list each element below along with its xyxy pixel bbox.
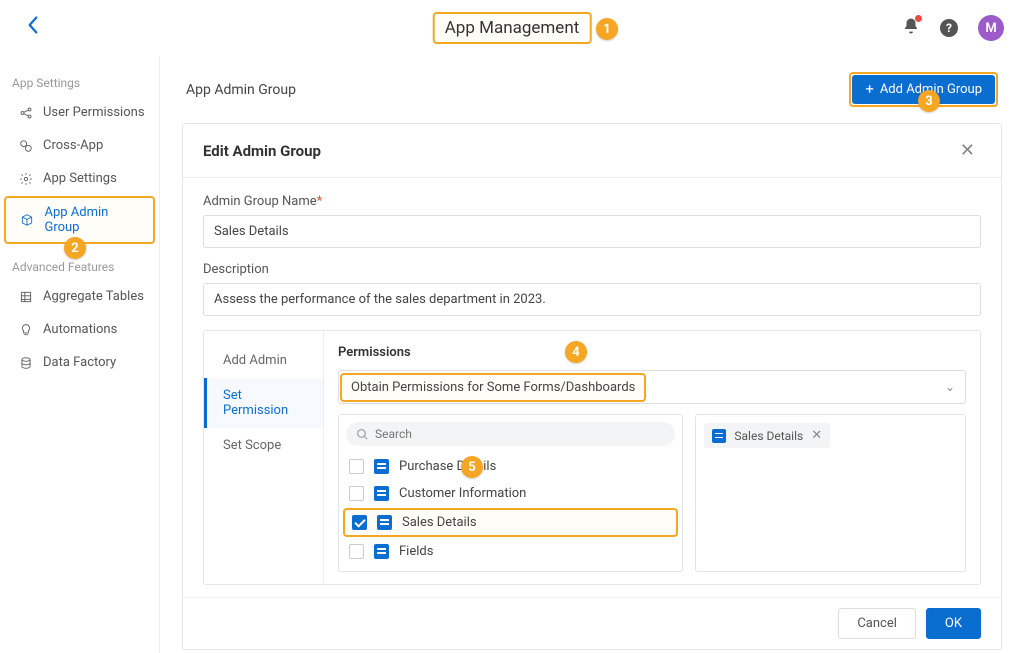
search-input[interactable] xyxy=(375,427,665,441)
permissions-scope-select[interactable]: Obtain Permissions for Some Forms/Dashbo… xyxy=(338,370,966,404)
sidebar-section1-heading: App Settings xyxy=(0,64,159,96)
plus-icon: + xyxy=(865,82,874,97)
search-field[interactable] xyxy=(346,422,675,446)
checkbox[interactable] xyxy=(352,515,367,530)
annotation-4: 4 xyxy=(565,341,587,363)
close-button[interactable]: ✕ xyxy=(954,138,981,163)
sidebar-item-cross-app[interactable]: Cross-App xyxy=(0,129,159,162)
tab-add-admin[interactable]: Add Admin xyxy=(204,343,323,378)
sidebar-item-app-settings[interactable]: App Settings xyxy=(0,162,159,195)
sidebar-item-aggregate-tables[interactable]: Aggregate Tables xyxy=(0,280,159,313)
admin-group-name-input[interactable] xyxy=(203,215,981,248)
form-icon xyxy=(374,459,389,474)
selected-forms-list: Sales Details ✕ xyxy=(695,414,966,572)
sidebar: App Settings User Permissions Cross-App … xyxy=(0,56,160,653)
available-forms-list: Purchase Details Customer Information xyxy=(338,414,683,572)
edit-admin-group-panel: Edit Admin Group ✕ Admin Group Name* Des… xyxy=(182,123,1002,650)
list-item-label: Sales Details xyxy=(402,515,477,530)
sidebar-item-label: Aggregate Tables xyxy=(43,289,144,304)
cube-icon xyxy=(20,213,34,228)
cancel-button[interactable]: Cancel xyxy=(838,608,916,639)
sidebar-item-user-permissions[interactable]: User Permissions xyxy=(0,96,159,129)
main-page-title: App Admin Group xyxy=(186,82,296,98)
cross-app-icon xyxy=(18,138,33,153)
annotation-2: 2 xyxy=(64,237,86,259)
avatar[interactable]: M xyxy=(978,15,1004,41)
list-item[interactable]: Sales Details xyxy=(343,508,678,537)
annotation-5: 5 xyxy=(461,456,483,478)
sidebar-item-data-factory[interactable]: Data Factory xyxy=(0,346,159,379)
sidebar-item-label: User Permissions xyxy=(43,105,145,120)
share-icon xyxy=(18,105,33,120)
form-icon xyxy=(377,515,392,530)
search-icon xyxy=(356,428,369,441)
tag-label: Sales Details xyxy=(734,429,803,443)
chevron-down-icon: ⌄ xyxy=(945,380,955,394)
checkbox[interactable] xyxy=(349,486,364,501)
checkbox[interactable] xyxy=(349,459,364,474)
list-item[interactable]: Customer Information xyxy=(339,480,682,507)
description-input[interactable] xyxy=(203,283,981,316)
sidebar-item-automations[interactable]: Automations xyxy=(0,313,159,346)
table-icon xyxy=(18,289,33,304)
list-item[interactable]: Purchase Details xyxy=(339,453,682,480)
sidebar-item-app-admin-group[interactable]: App Admin Group xyxy=(4,196,155,244)
main-content: App Admin Group + Add Admin Group Edit A… xyxy=(160,56,1024,653)
form-icon xyxy=(712,429,726,443)
ok-button[interactable]: OK xyxy=(926,608,981,639)
form-icon xyxy=(374,544,389,559)
permissions-title: Permissions xyxy=(338,345,966,360)
remove-tag-button[interactable]: ✕ xyxy=(811,428,822,443)
admin-group-name-label: Admin Group Name* xyxy=(203,194,981,209)
top-header: App Management ? M xyxy=(0,0,1024,56)
sidebar-item-label: Cross-App xyxy=(43,138,103,153)
panel-title: Edit Admin Group xyxy=(203,142,321,160)
notifications-icon[interactable] xyxy=(902,17,920,39)
sidebar-item-label: Automations xyxy=(43,322,117,337)
list-item-label: Customer Information xyxy=(399,486,526,501)
database-icon xyxy=(18,355,33,370)
tab-set-permission[interactable]: Set Permission xyxy=(204,378,323,428)
page-title: App Management xyxy=(433,12,592,44)
description-label: Description xyxy=(203,262,981,277)
checkbox[interactable] xyxy=(349,544,364,559)
selected-tag: Sales Details ✕ xyxy=(704,423,830,448)
list-item[interactable]: Fields xyxy=(339,538,682,565)
notification-dot xyxy=(915,15,922,22)
help-icon[interactable]: ? xyxy=(940,19,958,37)
sidebar-item-label: App Settings xyxy=(43,171,117,186)
tab-set-scope[interactable]: Set Scope xyxy=(204,428,323,463)
permissions-scope-label: Obtain Permissions for Some Forms/Dashbo… xyxy=(340,373,646,402)
list-item-label: Fields xyxy=(399,544,433,559)
list-item[interactable]: Customer Information xyxy=(339,565,682,571)
annotation-3: 3 xyxy=(918,90,940,112)
sidebar-item-label: Data Factory xyxy=(43,355,116,370)
tab-list: Add Admin Set Permission Set Scope xyxy=(204,331,324,584)
annotation-1: 1 xyxy=(596,18,618,40)
lightbulb-icon xyxy=(18,322,33,337)
gear-icon xyxy=(18,171,33,186)
sidebar-item-label: App Admin Group xyxy=(44,205,143,235)
form-icon xyxy=(374,486,389,501)
back-button[interactable] xyxy=(18,11,48,45)
